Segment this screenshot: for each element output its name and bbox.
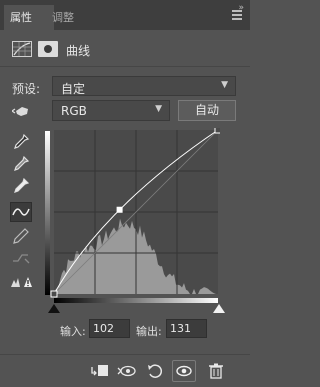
white-point-eyedropper-icon[interactable] [10, 176, 32, 196]
layer-mask-icon[interactable] [38, 41, 58, 57]
preset-select[interactable]: 自定 ▼ [52, 76, 236, 96]
output-label: 输出: [136, 325, 162, 338]
channel-value: RGB [61, 104, 87, 118]
output-field[interactable]: 131 [166, 319, 207, 338]
panel-menu-icon[interactable] [232, 10, 242, 20]
on-image-adjust-hand-icon[interactable] [11, 103, 32, 119]
tab-adjustments[interactable]: 调整 [46, 5, 94, 30]
curve-control-point[interactable] [214, 128, 220, 134]
curve-graph[interactable] [44, 128, 220, 304]
white-point-slider[interactable] [213, 304, 225, 313]
view-previous-state-icon[interactable] [117, 363, 136, 379]
pencil-draw-icon[interactable] [10, 226, 32, 246]
panel-header: 曲线 [0, 30, 250, 66]
preset-value: 自定 [61, 82, 86, 96]
chevron-down-icon: ▼ [155, 104, 162, 114]
bottom-toolbar [0, 354, 250, 387]
delete-trash-icon[interactable] [208, 363, 226, 379]
tab-bar: 属性 调整 » [0, 0, 250, 30]
input-gradient-bar [54, 298, 218, 303]
black-point-slider[interactable] [48, 304, 60, 313]
visibility-eye-icon[interactable] [172, 360, 196, 382]
clipping-warning-icon[interactable] [10, 272, 32, 292]
curve-control-point[interactable] [50, 290, 58, 298]
adjustment-title: 曲线 [66, 44, 91, 58]
gray-point-eyedropper-icon[interactable] [10, 154, 32, 174]
smooth-curve-icon[interactable] [10, 248, 32, 268]
curve-control-point[interactable] [116, 206, 123, 213]
black-point-eyedropper-icon[interactable] [10, 132, 32, 152]
input-field[interactable]: 102 [89, 319, 130, 338]
clip-to-layer-icon[interactable] [90, 363, 108, 379]
channel-select[interactable]: RGB ▼ [52, 100, 170, 121]
curve-svg[interactable] [44, 128, 220, 304]
curves-adjustment-icon[interactable] [12, 41, 32, 57]
divider [0, 66, 250, 67]
preset-label: 预设: [12, 82, 41, 96]
auto-button[interactable]: 自动 [178, 100, 236, 121]
properties-panel: 属性 调整 » 曲线 预设: 自定 ▼ RGB ▼ 自动 输入: 102 输出:… [0, 0, 250, 387]
reset-icon[interactable] [146, 363, 164, 379]
tab-properties-label: 属性 [10, 11, 32, 24]
curve-point-tool-icon[interactable] [10, 202, 32, 222]
input-label: 输入: [60, 325, 86, 338]
tab-adjustments-label: 调整 [52, 11, 74, 24]
chevron-down-icon: ▼ [221, 80, 228, 90]
